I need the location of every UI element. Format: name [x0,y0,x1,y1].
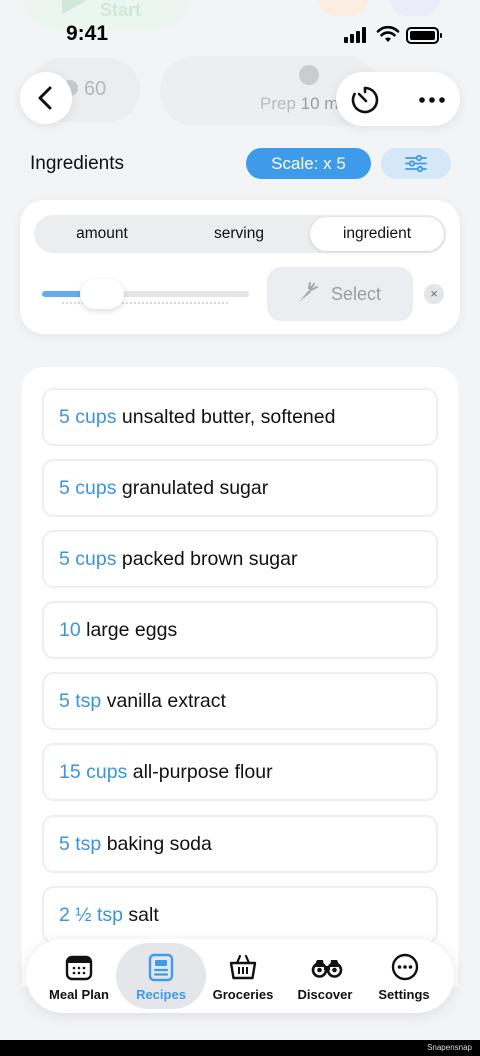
ingredient-name: baking soda [106,833,212,855]
ingredient-row[interactable]: 10 large eggs [42,601,438,659]
cellular-signal-icon [344,27,370,43]
ingredient-row[interactable]: 5 tsp vanilla extract [42,672,438,730]
ingredient-name: packed brown sugar [121,548,298,570]
ingredient-name: vanilla extract [106,690,226,712]
timer-icon [351,86,379,114]
ingredient-row[interactable]: 15 cups all-purpose flour [42,743,438,801]
ingredient-row[interactable]: 5 tsp baking soda [42,815,438,873]
prep-value: 10 m [300,94,339,113]
ingredient-row[interactable]: 5 cups packed brown sugar [42,530,438,588]
binoculars-icon [311,960,343,978]
carrot-icon [299,282,318,302]
tab-label: Settings [378,987,430,1002]
ingredient-row[interactable]: 5 cups unsalted butter, softened [42,388,438,446]
battery-icon [406,27,442,44]
ingredient-name: large eggs [86,619,178,641]
ingredient-name: all-purpose flour [132,761,273,783]
ingredient-name: unsalted butter, softened [121,406,336,428]
tab-label: Recipes [136,987,186,1002]
ingredient-amount: 5 cups [59,477,117,499]
ingredient-amount: 10 [59,619,81,641]
basket-icon [229,954,257,980]
select-label: Select [331,284,382,304]
footer-bar [0,1040,480,1056]
ellipsis-icon [419,97,445,103]
clear-button[interactable]: × [424,284,444,304]
tab-label: Groceries [212,987,274,1002]
status-bar: 9:41 [0,18,480,54]
segment-ingredient[interactable]: ingredient [310,215,444,253]
ingredient-amount: 5 cups [59,406,117,428]
ingredient-amount: 15 cups [59,761,128,783]
ingredient-amount: 5 cups [59,548,117,570]
chevron-left-icon [38,86,52,110]
ingredient-row[interactable]: 5 cups granulated sugar [42,459,438,517]
clock-icon [299,65,319,85]
segment-serving[interactable]: serving [173,215,305,253]
ingredient-amount: 2 ½ tsp [59,904,123,926]
status-time: 9:41 [66,22,109,45]
faded-top-content: Start [0,0,480,30]
more-button[interactable] [410,80,454,120]
watermark: Snapensnap [427,1043,472,1052]
tab-recipes[interactable]: Recipes [119,946,203,1008]
servings-count: 60 [84,78,107,100]
ingredient-amount: 5 tsp [59,690,102,712]
ingredient-row[interactable]: 2 ½ tsp salt [42,886,438,944]
ingredient-name: granulated sugar [121,477,269,499]
tab-label: Meal Plan [49,987,109,1002]
prep-label: Prep [260,94,296,113]
filter-button[interactable] [381,148,451,179]
ingredient-name: salt [128,904,159,926]
prep-time: Prep 10 m [260,94,338,114]
segment-amount[interactable]: amount [36,215,168,253]
tab-groceries[interactable]: Groceries [201,946,285,1008]
tab-meal-plan[interactable]: Meal Plan [37,946,121,1008]
ingredient-amount: 5 tsp [59,833,102,855]
tab-label: Discover [297,987,353,1002]
section-title: Ingredients [30,153,125,174]
ghost-chip-purple [390,0,440,16]
calendar-icon [65,955,93,981]
wifi-icon [376,25,400,42]
ghost-chip-orange [318,0,368,16]
play-icon [62,0,86,14]
tab-discover[interactable]: Discover [283,946,367,1008]
tab-settings[interactable]: Settings [362,946,446,1008]
ellipsis-circle-icon [391,953,419,981]
timer-button[interactable] [345,80,385,120]
sliders-icon [405,154,427,173]
scale-button[interactable]: Scale: x 5 [246,148,371,179]
scale-slider-thumb[interactable] [80,279,124,309]
back-button[interactable] [20,72,72,124]
recipe-card-icon [148,953,174,982]
